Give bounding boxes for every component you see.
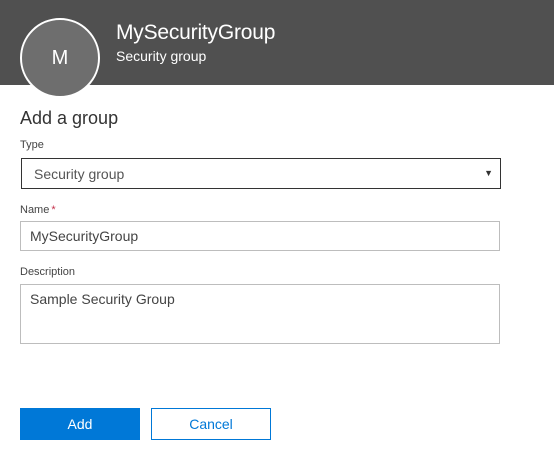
add-button[interactable]: Add xyxy=(20,408,140,440)
description-value: Sample Security Group xyxy=(30,291,175,307)
type-selected-value: Security group xyxy=(34,165,125,182)
cancel-button[interactable]: Cancel xyxy=(151,408,271,440)
form-title: Add a group xyxy=(20,108,119,128)
description-textarea[interactable]: Sample Security Group xyxy=(20,284,500,344)
description-label: Description xyxy=(20,266,76,278)
name-label-text: Name xyxy=(20,204,50,216)
required-marker: * xyxy=(51,204,56,216)
type-dropdown[interactable]: Security group ▼ xyxy=(21,158,501,189)
add-group-panel: MySecurityGroup Security group M Add a g… xyxy=(0,0,554,473)
name-input-value: MySecurityGroup xyxy=(30,228,139,244)
type-label: Type xyxy=(20,139,44,151)
group-name-heading: MySecurityGroup xyxy=(116,21,276,44)
group-type-subtitle: Security group xyxy=(116,48,207,64)
group-avatar: M xyxy=(20,18,100,98)
caret-down-icon: ▼ xyxy=(484,168,493,178)
name-label: Name * xyxy=(20,203,56,217)
name-input[interactable]: MySecurityGroup xyxy=(20,221,500,251)
